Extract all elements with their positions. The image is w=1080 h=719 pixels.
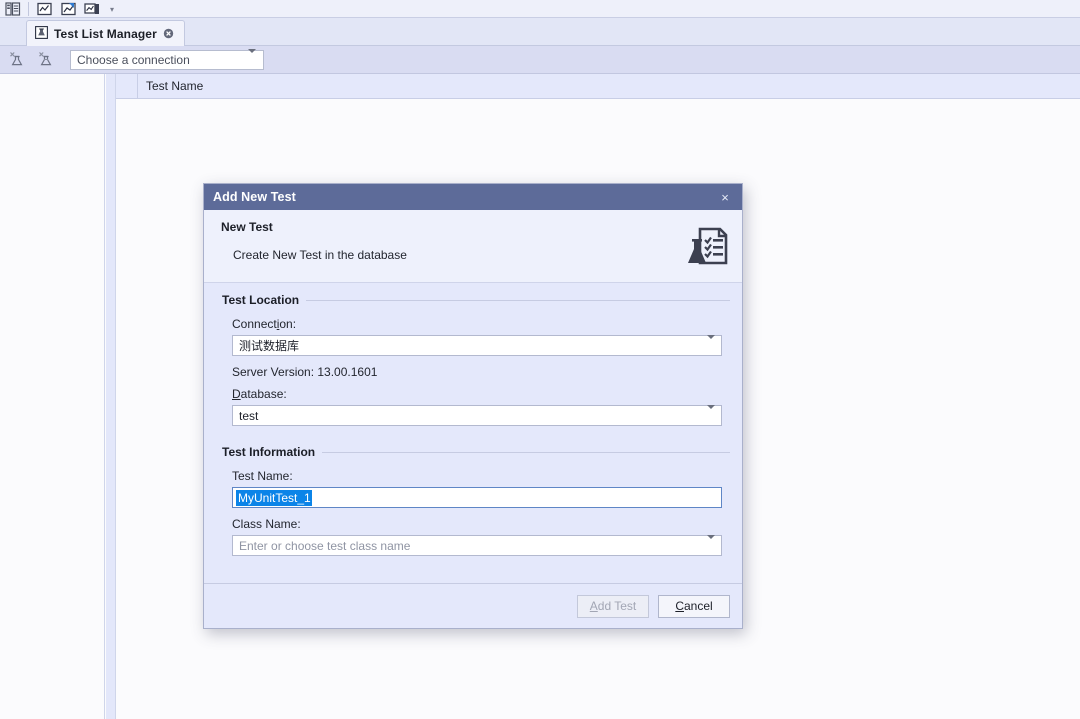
group-divider	[322, 452, 730, 453]
test-name-field-label: Test Name:	[232, 469, 722, 483]
dialog-titlebar[interactable]: Add New Test ×	[204, 184, 742, 210]
add-test-button[interactable]: Add Test	[577, 595, 649, 618]
test-information-group: Test Information Test Name: MyUnitTest_1…	[214, 445, 730, 573]
left-side-panel	[0, 74, 105, 719]
class-name-combobox[interactable]: Enter or choose test class name	[232, 535, 722, 556]
dialog-body: Test Location Connection: 测试数据库 Server V…	[204, 283, 742, 573]
database-label-post: atabase:	[241, 387, 287, 401]
chevron-down-icon	[707, 409, 715, 423]
cancel-button-accelerator: C	[675, 599, 684, 613]
close-icon[interactable]: ×	[718, 190, 732, 204]
test-information-group-title: Test Information	[222, 445, 315, 459]
object-explorer-icon[interactable]	[2, 1, 24, 18]
connection-toolbar: Choose a connection	[0, 46, 1080, 74]
database-label-accelerator: D	[232, 387, 241, 401]
dialog-banner: New Test Create New Test in the database	[204, 210, 742, 283]
test-name-input-value: MyUnitTest_1	[236, 490, 312, 506]
application-toolbar-strip: ▾	[0, 0, 1080, 18]
class-name-field-label: Class Name:	[232, 517, 722, 531]
dialog-footer: Add Test Cancel	[204, 583, 742, 628]
run-tests-icon[interactable]	[8, 50, 28, 70]
connection-combobox[interactable]: 测试数据库	[232, 335, 722, 356]
toolbar-separator	[28, 2, 29, 16]
connection-label-pre: Connect	[232, 317, 277, 331]
grid-header-row: Test Name	[116, 74, 1080, 99]
chevron-down-icon	[248, 53, 256, 67]
chevron-down-icon	[707, 539, 715, 553]
panel-splitter[interactable]	[106, 74, 115, 719]
tab-test-list-manager[interactable]: Test List Manager	[26, 20, 185, 46]
group-divider	[306, 300, 730, 301]
database-combobox-value: test	[239, 409, 258, 423]
analysis-query-icon[interactable]	[57, 1, 79, 18]
cancel-button[interactable]: Cancel	[658, 595, 730, 618]
dialog-title: Add New Test	[213, 190, 296, 204]
chevron-down-icon	[707, 339, 715, 353]
application-toolbar: ▾	[0, 0, 119, 18]
server-version-text: Server Version: 13.00.1601	[232, 365, 722, 379]
connection-field-label: Connection:	[232, 317, 722, 331]
database-combobox[interactable]: test	[232, 405, 722, 426]
connection-label-post: on:	[279, 317, 296, 331]
connection-dropdown[interactable]: Choose a connection	[70, 50, 264, 70]
test-flask-icon	[35, 26, 48, 42]
tab-label: Test List Manager	[54, 27, 157, 41]
row-indicator-column-header[interactable]	[116, 74, 138, 99]
banner-title: New Test	[221, 220, 728, 234]
add-test-button-accelerator: A	[590, 599, 598, 613]
add-new-test-dialog: Add New Test × New Test Create New Test …	[203, 183, 743, 629]
close-icon[interactable]	[163, 28, 175, 40]
test-location-group: Test Location Connection: 测试数据库 Server V…	[214, 293, 730, 443]
test-location-group-header: Test Location	[214, 293, 730, 307]
class-name-combobox-placeholder: Enter or choose test class name	[239, 539, 410, 553]
connection-combobox-value: 测试数据库	[239, 337, 299, 354]
connection-dropdown-value: Choose a connection	[77, 53, 190, 67]
banner-subtitle: Create New Test in the database	[233, 248, 728, 262]
test-name-column-header[interactable]: Test Name	[138, 74, 1080, 99]
add-test-button-label: dd Test	[598, 599, 636, 613]
debug-tests-icon[interactable]	[37, 50, 57, 70]
test-location-group-title: Test Location	[222, 293, 299, 307]
cancel-button-label: ancel	[684, 599, 713, 613]
database-field-label: Database:	[232, 387, 722, 401]
multi-query-icon[interactable]	[81, 1, 103, 18]
toolbar-overflow-chevron-down-icon[interactable]: ▾	[105, 1, 119, 18]
flask-checklist-icon	[684, 223, 730, 269]
new-query-chart-icon[interactable]	[33, 1, 55, 18]
test-information-group-header: Test Information	[214, 445, 730, 459]
document-tab-bar: Test List Manager	[0, 18, 1080, 46]
test-name-input[interactable]: MyUnitTest_1	[232, 487, 722, 508]
